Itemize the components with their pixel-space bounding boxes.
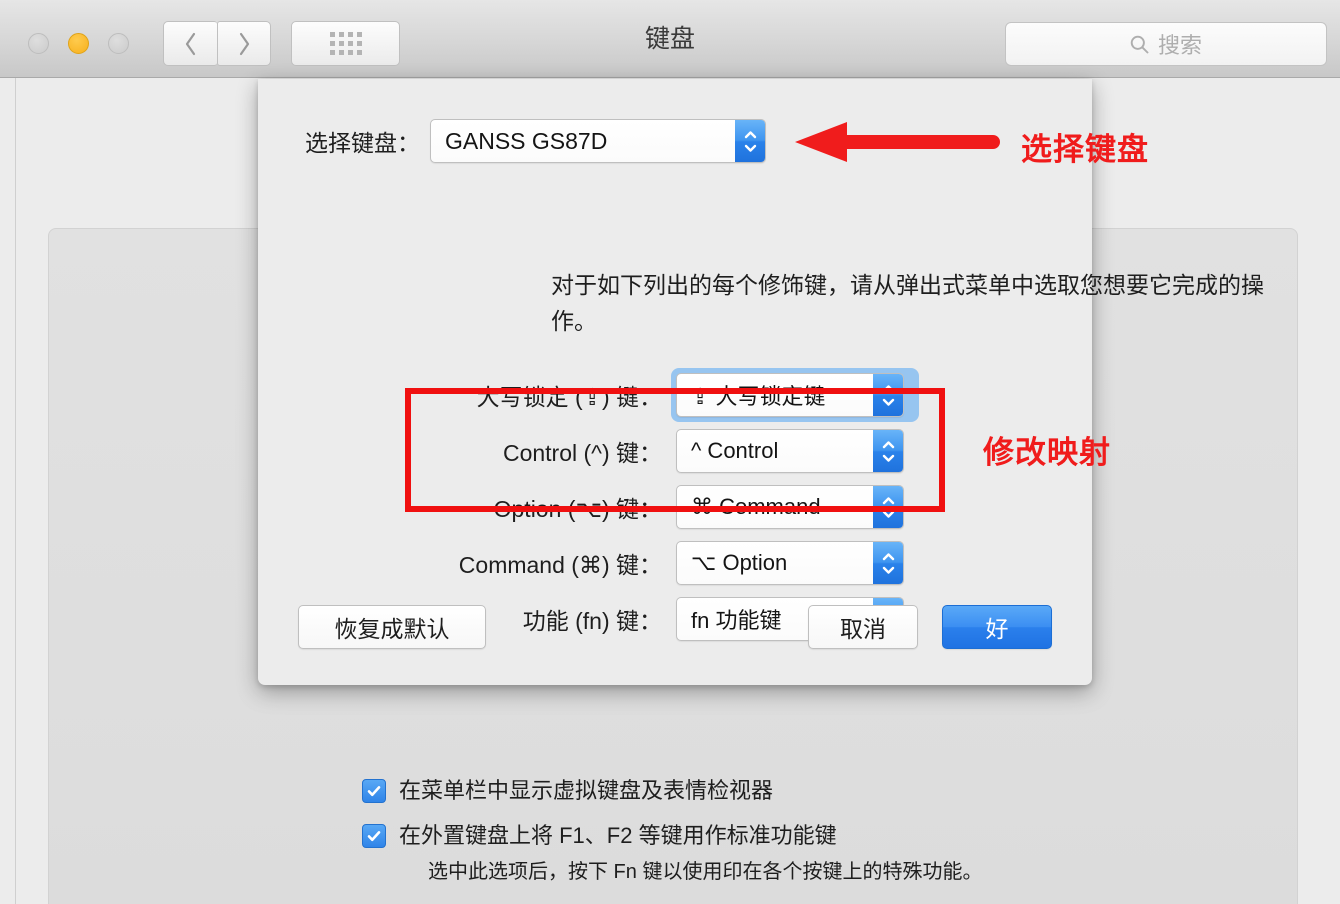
forward-button[interactable] bbox=[217, 21, 271, 66]
back-button[interactable] bbox=[163, 21, 217, 66]
grid-icon bbox=[329, 32, 362, 55]
annotation-text-select-keyboard: 选择键盘 bbox=[1021, 132, 1149, 167]
check-icon bbox=[367, 786, 381, 797]
show-all-button[interactable] bbox=[291, 21, 400, 66]
checkbox-virtual-keyboard[interactable] bbox=[362, 779, 386, 803]
window-titlebar: 键盘 搜索 bbox=[0, 0, 1340, 78]
checkbox-row-virtual-keyboard[interactable]: 在菜单栏中显示虚拟键盘及表情检视器 bbox=[362, 776, 1122, 806]
modifier-value-command: ⌥ Option bbox=[691, 550, 788, 575]
restore-defaults-button[interactable]: 恢复成默认 bbox=[298, 605, 486, 649]
stepper-updown-icon[interactable] bbox=[873, 430, 903, 472]
checkbox-function-keys[interactable] bbox=[362, 824, 386, 848]
close-button[interactable] bbox=[28, 33, 49, 54]
modifier-label-capslock: 大写锁定 (⇪) 键： bbox=[476, 384, 662, 410]
keyboard-select-row: 选择键盘： GANSS GS87D bbox=[258, 119, 1092, 163]
sheet-button-bar: 恢复成默认 取消 好 bbox=[258, 605, 1092, 651]
stepper-updown-icon[interactable] bbox=[873, 374, 903, 416]
stepper-updown-icon[interactable] bbox=[873, 486, 903, 528]
search-input[interactable]: 搜索 bbox=[1005, 22, 1327, 66]
checkbox-label-function-keys: 在外置键盘上将 F1、F2 等键用作标准功能键 bbox=[399, 823, 837, 848]
background-options-area: 在菜单栏中显示虚拟键盘及表情检视器 在外置键盘上将 F1、F2 等键用作标准功能… bbox=[362, 776, 1122, 886]
modifier-label-option: Option (⌥) 键： bbox=[493, 496, 662, 522]
modifier-label-command: Command (⌘) 键： bbox=[458, 552, 662, 578]
annotation-text-modify-mapping: 修改映射 bbox=[983, 435, 1111, 470]
keyboard-select-label: 选择键盘： bbox=[305, 130, 420, 156]
search-icon bbox=[1130, 35, 1149, 53]
stepper-updown-icon[interactable] bbox=[735, 120, 765, 162]
modifier-dropdown-control[interactable]: ^ Control bbox=[676, 429, 904, 473]
zoom-button[interactable] bbox=[108, 33, 129, 54]
sheet-description: 对于如下列出的每个修饰键，请从弹出式菜单中选取您想要它完成的操作。 bbox=[551, 272, 1264, 334]
checkbox-row-function-keys[interactable]: 在外置键盘上将 F1、F2 等键用作标准功能键 bbox=[362, 821, 1122, 851]
checkbox-sublabel-function-keys: 选中此选项后，按下 Fn 键以使用印在各个按键上的特殊功能。 bbox=[428, 861, 983, 883]
check-icon bbox=[367, 831, 381, 842]
checkbox-label-virtual-keyboard: 在菜单栏中显示虚拟键盘及表情检视器 bbox=[399, 778, 774, 803]
keyboard-select-dropdown[interactable]: GANSS GS87D bbox=[430, 119, 766, 163]
focus-ring-capslock: ⇪ 大写锁定键 bbox=[671, 368, 919, 422]
modifier-dropdown-option[interactable]: ⌘ Command bbox=[676, 485, 904, 529]
modifier-label-control: Control (^) 键： bbox=[502, 440, 662, 466]
modifier-row-capslock: 大写锁定 (⇪) 键： ⇪ 大写锁定键 bbox=[258, 367, 1092, 423]
ok-button[interactable]: 好 bbox=[942, 605, 1052, 649]
chevron-right-icon bbox=[239, 32, 249, 55]
modifier-dropdown-command[interactable]: ⌥ Option bbox=[676, 541, 904, 585]
stepper-updown-icon[interactable] bbox=[873, 542, 903, 584]
system-preferences-window: 键盘 搜索 在菜单栏中显示虚拟键盘及表情检视器 在外置键盘上将 F1、F2 等键… bbox=[0, 0, 1340, 904]
modifier-row-command: Command (⌘) 键： ⌥ Option bbox=[258, 535, 1092, 591]
modifier-keys-sheet: 选择键盘： GANSS GS87D 对于如下列出的每个修饰键，请从弹出式菜单中选… bbox=[258, 79, 1264, 685]
minimize-button[interactable] bbox=[68, 33, 89, 54]
modifier-dropdown-capslock[interactable]: ⇪ 大写锁定键 bbox=[676, 373, 904, 417]
modifier-row-control: Control (^) 键： ^ Control bbox=[258, 423, 1092, 479]
modifier-value-option: ⌘ Command bbox=[691, 494, 821, 519]
left-edge-strip bbox=[0, 78, 16, 904]
modifier-value-control: ^ Control bbox=[691, 438, 779, 463]
chevron-left-icon bbox=[185, 32, 196, 55]
keyboard-select-value: GANSS GS87D bbox=[445, 127, 608, 154]
search-placeholder: 搜索 bbox=[1157, 33, 1202, 58]
modifier-row-option: Option (⌥) 键： ⌘ Command bbox=[258, 479, 1092, 535]
modifier-value-capslock: ⇪ 大写锁定键 bbox=[691, 384, 826, 409]
cancel-button[interactable]: 取消 bbox=[808, 605, 918, 649]
